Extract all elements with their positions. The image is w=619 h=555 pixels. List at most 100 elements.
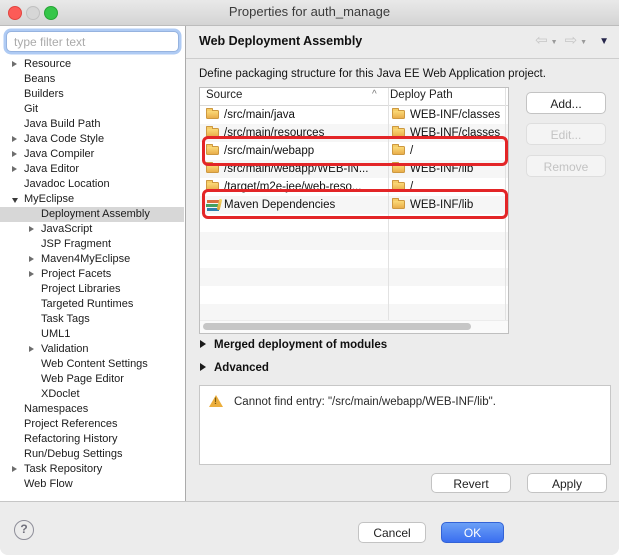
- sidebar-item-deployment-assembly[interactable]: Deployment Assembly: [0, 207, 184, 222]
- apply-button[interactable]: Apply: [527, 473, 607, 493]
- add-button[interactable]: Add...: [526, 92, 606, 114]
- preferences-tree: ResourceBeansBuildersGitJava Build PathJ…: [0, 57, 184, 492]
- sidebar-item-label: MyEclipse: [24, 192, 74, 207]
- property-page-panel: Web Deployment Assembly ⇦ ▼ ⇨ ▼ ▼ Define…: [186, 26, 619, 501]
- sidebar-item-label: Refactoring History: [24, 432, 118, 447]
- folder-icon: [392, 200, 405, 209]
- chevron-expanded-icon[interactable]: [12, 198, 18, 203]
- deploy-path-cell: WEB-INF/classes: [410, 124, 508, 142]
- sidebar-item-label: Task Tags: [41, 312, 90, 327]
- chevron-collapsed-icon[interactable]: [12, 61, 17, 67]
- chevron-collapsed-icon[interactable]: [12, 136, 17, 142]
- sidebar-item-namespaces[interactable]: Namespaces: [0, 402, 184, 417]
- sidebar-item-resource[interactable]: Resource: [0, 57, 184, 72]
- sidebar-item-validation[interactable]: Validation: [0, 342, 184, 357]
- chevron-collapsed-icon[interactable]: [12, 466, 17, 472]
- sidebar-item-project-facets[interactable]: Project Facets: [0, 267, 184, 282]
- chevron-collapsed-icon[interactable]: [12, 151, 17, 157]
- chevron-collapsed-icon[interactable]: [29, 226, 34, 232]
- table-row[interactable]: Maven DependenciesWEB-INF/lib: [200, 196, 508, 214]
- horizontal-scrollbar[interactable]: [200, 320, 508, 333]
- sidebar-item-xdoclet[interactable]: XDoclet: [0, 387, 184, 402]
- page-content: Define packaging structure for this Java…: [186, 59, 619, 502]
- table-row[interactable]: /src/main/webapp/WEB-IN... WEB-INF/lib: [200, 160, 508, 178]
- table-row[interactable]: /src/main/webapp/: [200, 142, 508, 160]
- sidebar-item-maven4myeclipse[interactable]: Maven4MyEclipse: [0, 252, 184, 267]
- sidebar-item-javadoc-location[interactable]: Javadoc Location: [0, 177, 184, 192]
- sidebar-item-java-editor[interactable]: Java Editor: [0, 162, 184, 177]
- source-cell: /src/main/resources: [224, 124, 384, 142]
- remove-button[interactable]: Remove: [526, 155, 606, 177]
- forward-dropdown-caret[interactable]: ▼: [580, 39, 587, 46]
- chevron-collapsed-icon[interactable]: [29, 271, 34, 277]
- folder-icon: [206, 164, 219, 173]
- deploy-path-cell: WEB-INF/lib: [410, 160, 508, 178]
- column-divider[interactable]: [505, 88, 506, 321]
- column-header-source[interactable]: Source: [206, 89, 242, 101]
- folder-icon: [392, 110, 405, 119]
- warning-icon: [209, 395, 223, 407]
- sidebar-item-web-flow[interactable]: Web Flow: [0, 477, 184, 492]
- sidebar-item-targeted-runtimes[interactable]: Targeted Runtimes: [0, 297, 184, 312]
- assembly-table: Source ^ Deploy Path /src/main/javaWEB-I…: [199, 87, 509, 334]
- sidebar-item-label: Validation: [41, 342, 89, 357]
- sidebar-item-project-references[interactable]: Project References: [0, 417, 184, 432]
- chevron-collapsed-icon[interactable]: [29, 346, 34, 352]
- folder-icon: [392, 128, 405, 137]
- sidebar-item-javascript[interactable]: JavaScript: [0, 222, 184, 237]
- sidebar-item-web-page-editor[interactable]: Web Page Editor: [0, 372, 184, 387]
- sort-ascending-icon: ^: [372, 89, 377, 100]
- cancel-button[interactable]: Cancel: [358, 522, 426, 543]
- sidebar-item-task-repository[interactable]: Task Repository: [0, 462, 184, 477]
- source-cell: /src/main/webapp/WEB-IN...: [224, 160, 384, 178]
- sidebar-item-java-code-style[interactable]: Java Code Style: [0, 132, 184, 147]
- sidebar-item-task-tags[interactable]: Task Tags: [0, 312, 184, 327]
- table-row[interactable]: /src/main/javaWEB-INF/classes: [200, 106, 508, 124]
- sidebar-item-label: Web Flow: [24, 477, 73, 492]
- table-row[interactable]: /target/m2e-jee/web-reso.../: [200, 178, 508, 196]
- back-arrow-icon[interactable]: ⇦: [535, 32, 548, 50]
- revert-button[interactable]: Revert: [431, 473, 511, 493]
- sidebar-item-label: Project References: [24, 417, 118, 432]
- chevron-collapsed-icon[interactable]: [12, 166, 17, 172]
- view-menu-icon[interactable]: ▼: [599, 36, 609, 47]
- table-row-empty: [200, 268, 508, 286]
- source-cell: /src/main/java: [224, 106, 384, 124]
- sidebar-item-git[interactable]: Git: [0, 102, 184, 117]
- sidebar-item-myeclipse[interactable]: MyEclipse: [0, 192, 184, 207]
- deploy-path-cell: /: [410, 142, 508, 160]
- column-header-deploy-path[interactable]: Deploy Path: [390, 89, 453, 101]
- sidebar-item-label: JSP Fragment: [41, 237, 111, 252]
- sidebar-item-uml1[interactable]: UML1: [0, 327, 184, 342]
- edit-button[interactable]: Edit...: [526, 123, 606, 145]
- chevron-collapsed-icon[interactable]: [29, 256, 34, 262]
- section-toggle-advanced[interactable]: Advanced: [200, 362, 269, 374]
- page-description: Define packaging structure for this Java…: [199, 68, 546, 80]
- table-row[interactable]: /src/main/resources WEB-INF/classes: [200, 124, 508, 142]
- forward-arrow-icon[interactable]: ⇨: [565, 32, 578, 50]
- library-icon: [206, 199, 221, 211]
- scrollbar-thumb[interactable]: [203, 323, 471, 330]
- sidebar-item-label: Beans: [24, 72, 55, 87]
- ok-button[interactable]: OK: [441, 522, 504, 543]
- column-divider[interactable]: [388, 88, 389, 321]
- section-toggle-merged-deployment-of-modules[interactable]: Merged deployment of modules: [200, 339, 387, 351]
- sidebar-item-refactoring-history[interactable]: Refactoring History: [0, 432, 184, 447]
- sidebar-item-builders[interactable]: Builders: [0, 87, 184, 102]
- chevron-collapsed-icon[interactable]: [200, 340, 206, 348]
- sidebar-item-java-compiler[interactable]: Java Compiler: [0, 147, 184, 162]
- sidebar-item-web-content-settings[interactable]: Web Content Settings: [0, 357, 184, 372]
- filter-input[interactable]: [6, 31, 179, 52]
- folder-icon: [206, 146, 219, 155]
- sidebar-item-jsp-fragment[interactable]: JSP Fragment: [0, 237, 184, 252]
- sidebar-item-beans[interactable]: Beans: [0, 72, 184, 87]
- back-dropdown-caret[interactable]: ▼: [551, 39, 558, 46]
- chevron-collapsed-icon[interactable]: [200, 363, 206, 371]
- sidebar-item-project-libraries[interactable]: Project Libraries: [0, 282, 184, 297]
- sidebar-item-label: Java Compiler: [24, 147, 94, 162]
- sidebar-item-label: Deployment Assembly: [41, 207, 150, 222]
- sidebar-item-run-debug-settings[interactable]: Run/Debug Settings: [0, 447, 184, 462]
- sidebar-item-java-build-path[interactable]: Java Build Path: [0, 117, 184, 132]
- sidebar-item-label: Task Repository: [24, 462, 102, 477]
- help-button[interactable]: ?: [14, 520, 34, 540]
